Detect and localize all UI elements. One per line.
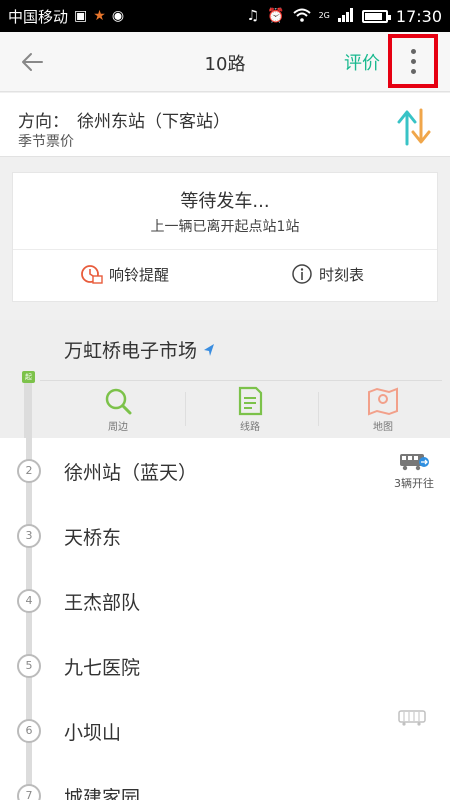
app-header: 10路 评价 (0, 32, 450, 92)
bus-count-label: 3辆开往 (394, 477, 434, 490)
location-arrow-icon (204, 343, 215, 356)
station-number: 3 (17, 524, 41, 548)
alarm-bell-icon (81, 265, 103, 284)
more-vertical-icon (410, 48, 416, 54)
bus-icon (398, 710, 428, 730)
search-icon (105, 388, 132, 415)
bus-indicator: 3辆开往 (394, 452, 434, 491)
station-item[interactable]: 2 徐州站（蓝天） 3辆开往 (0, 438, 450, 503)
waiting-subtitle: 上一辆已离开起点站1站 (150, 219, 300, 235)
nearby-button[interactable]: 周边 (58, 386, 178, 433)
station-item[interactable]: 7 城建家园 (0, 763, 450, 800)
map-label: 地图 (373, 422, 393, 433)
current-station[interactable]: 万虹桥电子市场 (64, 336, 215, 363)
map-icon (368, 387, 398, 416)
info-icon (292, 264, 312, 284)
headphones-icon: ♫ (246, 8, 260, 24)
station-number: 7 (17, 784, 41, 800)
station-name: 徐州站（蓝天） (64, 462, 198, 484)
battery-icon (361, 9, 391, 23)
direction-value: 徐州东站（下客站） (77, 112, 230, 132)
ring-reminder-label: 响铃提醒 (109, 265, 170, 284)
station-name: 小坝山 (64, 722, 122, 744)
ring-reminder-button[interactable]: 响铃提醒 (79, 263, 169, 285)
station-number: 4 (17, 589, 41, 613)
station-number: 5 (17, 654, 41, 678)
divider (40, 380, 442, 381)
station-item[interactable]: 3 天桥东 (0, 503, 450, 568)
star-icon: ★ (93, 8, 106, 24)
timetable-label: 时刻表 (319, 265, 365, 284)
arrival-status-card: 等待发车... 上一辆已离开起点站1站 响铃提醒 时刻表 (12, 172, 438, 302)
direction-panel: 方向： 徐州东站（下客站） 季节票价 (0, 93, 450, 157)
route-label: 线路 (240, 422, 260, 433)
start-station-badge: 起 (22, 371, 35, 383)
separator (318, 392, 319, 426)
app-notification-icon: ◉ (111, 8, 125, 24)
station-name: 天桥东 (64, 527, 122, 549)
battery-level (364, 12, 382, 20)
separator (185, 392, 186, 426)
direction-label: 方向： (18, 112, 69, 132)
rate-button[interactable]: 评价 (344, 49, 380, 75)
fare-label: 季节票价 (18, 134, 74, 150)
page-title: 10路 (204, 54, 246, 75)
status-bar: 中国移动 ▣ ★ ◉ ♫ ⏰ 2G 17:30 (0, 0, 450, 32)
route-doc-icon (238, 386, 263, 416)
bus-icon (400, 454, 429, 471)
current-station-name: 万虹桥电子市场 (64, 340, 198, 362)
alarm-icon: ⏰ (267, 8, 285, 24)
waiting-title: 等待发车... (180, 191, 270, 212)
station-number: 6 (17, 719, 41, 743)
station-list: 2 徐州站（蓝天） 3辆开往 3 天桥东 4 王杰部队 5 九七医院 6 小坝山… (0, 438, 450, 800)
back-arrow-icon (22, 53, 43, 71)
network-type-label: 2G (318, 11, 330, 20)
screenshot-icon: ▣ (74, 8, 88, 24)
route-button[interactable]: 线路 (190, 386, 310, 433)
swap-direction-icon (397, 108, 431, 146)
station-number: 2 (17, 459, 41, 483)
status-time: 17:30 (395, 6, 442, 26)
more-options-button[interactable] (388, 34, 438, 88)
wifi-icon (292, 8, 311, 25)
station-name: 王杰部队 (64, 592, 141, 614)
signal-icon (337, 7, 354, 25)
back-button[interactable] (14, 45, 50, 79)
map-button[interactable]: 地图 (323, 386, 443, 433)
current-station-panel: 万虹桥电子市场 周边 线路 地图 (0, 320, 450, 438)
station-name: 城建家园 (64, 787, 141, 800)
carrier-name: 中国移动 (8, 7, 69, 26)
switch-direction-button[interactable] (394, 106, 434, 152)
station-item[interactable]: 5 九七医院 (0, 633, 450, 698)
station-item[interactable]: 4 王杰部队 (0, 568, 450, 633)
direction-line: 方向： 徐州东站（下客站） (18, 107, 230, 132)
nearby-label: 周边 (108, 422, 128, 433)
divider (13, 249, 437, 250)
station-item[interactable]: 6 小坝山 (0, 698, 450, 763)
station-name: 九七医院 (64, 657, 141, 679)
timetable-button[interactable]: 时刻表 (291, 263, 364, 285)
